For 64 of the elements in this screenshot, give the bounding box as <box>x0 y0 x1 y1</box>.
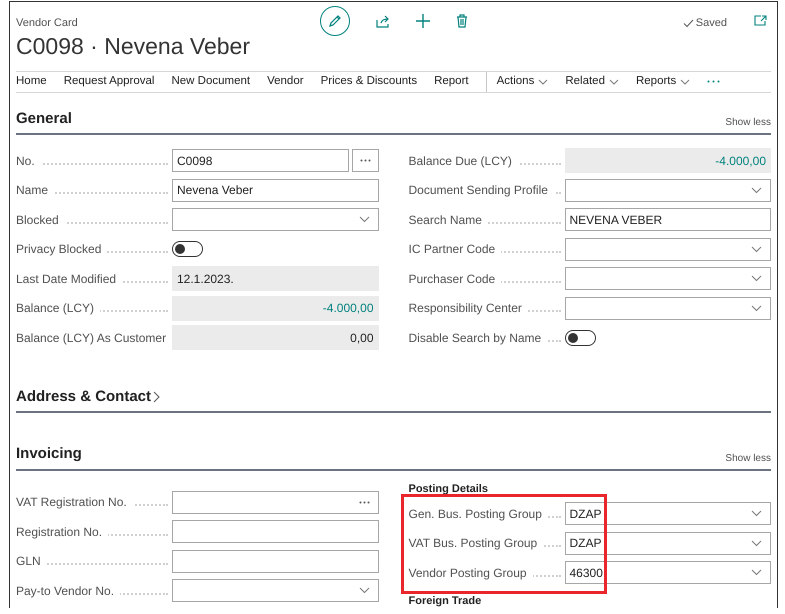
page-title: C0098 · Nevena Veber <box>16 32 251 60</box>
pencil-icon <box>328 14 342 28</box>
input-field[interactable] <box>172 520 378 544</box>
action-menu-item[interactable]: Related <box>565 72 636 90</box>
checkmark-icon <box>682 18 694 28</box>
saved-status: Saved <box>696 16 727 31</box>
share-icon[interactable] <box>376 14 390 28</box>
readonly-field: 12.1.2023. <box>172 266 378 292</box>
readonly-field[interactable]: -4.000,00 <box>172 296 378 321</box>
dropdown-field[interactable] <box>172 579 378 602</box>
chevron-down-icon <box>751 510 762 518</box>
dropdown-field[interactable]: DZAP <box>564 502 771 526</box>
dropdown-field[interactable] <box>564 267 771 290</box>
action-menu-item[interactable]: Actions <box>496 72 566 90</box>
dropdown-field[interactable] <box>564 238 771 261</box>
action-menu-item[interactable]: Reports <box>636 72 708 90</box>
action-menu-item[interactable]: Home <box>16 72 64 90</box>
show-less-link[interactable]: Show less <box>725 450 771 466</box>
chevron-down-icon <box>751 304 762 312</box>
chevron-down-icon <box>680 78 690 84</box>
input-field[interactable]: NEVENA VEBER <box>564 208 771 232</box>
input-field[interactable]: Nevena Veber <box>172 178 378 202</box>
readonly-field: 0,00 <box>172 325 378 350</box>
action-menu-item[interactable]: Prices & Discounts <box>320 72 434 90</box>
chevron-down-icon <box>751 540 762 547</box>
action-menu-item[interactable]: Report <box>434 72 486 90</box>
input-field[interactable] <box>172 490 378 514</box>
chevron-down-icon <box>751 186 762 194</box>
input-field[interactable] <box>172 550 378 573</box>
chevron-down-icon <box>358 216 370 224</box>
section-title: General <box>16 108 72 128</box>
popout-icon[interactable] <box>754 15 767 26</box>
group-title: Foreign Trade <box>408 594 482 608</box>
section-title: Invoicing <box>16 444 82 464</box>
action-menu-item[interactable]: New Document <box>171 72 268 90</box>
edit-button[interactable] <box>320 6 350 36</box>
ellipsis-icon <box>360 159 370 162</box>
action-menu-item[interactable]: Request Approval <box>64 72 172 90</box>
group-title: Posting Details <box>408 482 489 496</box>
dropdown-field[interactable]: DZAP <box>564 532 771 555</box>
input-field[interactable]: C0098 <box>172 149 348 172</box>
show-less-link[interactable]: Show less <box>725 115 771 130</box>
dropdown-field[interactable]: 46300 <box>564 561 771 584</box>
dropdown-field[interactable] <box>564 296 771 320</box>
chevron-right-icon <box>153 390 160 403</box>
section-title[interactable]: Address & Contact <box>16 386 152 408</box>
chevron-down-icon <box>751 569 762 576</box>
page-caption: Vendor Card <box>16 16 78 31</box>
more-icon[interactable] <box>707 80 720 83</box>
action-menu-item[interactable]: Vendor <box>267 72 321 90</box>
chevron-down-icon <box>608 78 619 84</box>
chevron-down-icon <box>538 78 548 84</box>
readonly-field[interactable]: -4.000,00 <box>564 148 771 174</box>
dropdown-field[interactable] <box>172 208 378 232</box>
trash-icon[interactable] <box>456 14 468 28</box>
chevron-down-icon <box>751 275 762 282</box>
toggle-switch[interactable] <box>172 241 203 258</box>
plus-icon[interactable] <box>416 14 430 28</box>
toggle-switch[interactable] <box>564 330 596 346</box>
dropdown-field[interactable] <box>564 178 771 202</box>
more-options-button[interactable] <box>352 149 378 172</box>
chevron-down-icon <box>751 246 762 253</box>
chevron-down-icon <box>358 587 370 594</box>
ellipsis-icon <box>358 500 370 504</box>
